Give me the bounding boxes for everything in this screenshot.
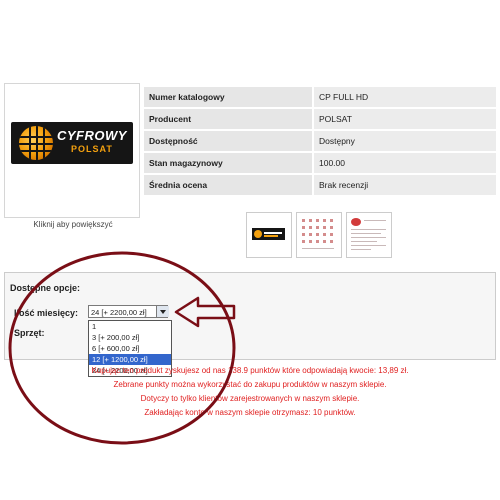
annotation-overlay bbox=[8, 251, 236, 445]
annotation-circle bbox=[8, 251, 236, 445]
